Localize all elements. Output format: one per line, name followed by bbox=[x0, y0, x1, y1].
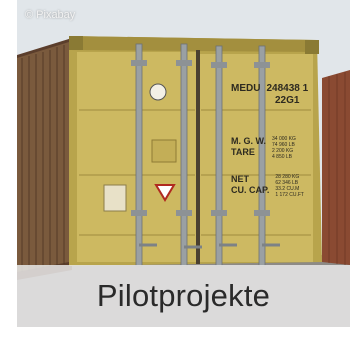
card-bottom-gap bbox=[17, 327, 350, 345]
net-label: NET bbox=[231, 174, 249, 184]
tare-value-lb: 4 850 LB bbox=[272, 154, 293, 160]
photo-credit: © Pixabay bbox=[25, 9, 76, 21]
cucap-label: CU. CAP. bbox=[231, 185, 270, 195]
container-code: MEDU bbox=[231, 83, 261, 94]
cucap-value-ft: 1 172 CU.FT bbox=[275, 192, 304, 198]
caption-band[interactable]: Pilotprojekte bbox=[17, 265, 350, 327]
container-size-type: 22G1 bbox=[275, 95, 300, 106]
mgw-label: M. G. W. bbox=[231, 136, 266, 146]
caption-title: Pilotprojekte bbox=[96, 278, 271, 313]
teaser-card[interactable]: MEDU 248438 1 22G1 M. G. W. TARE 34 000 … bbox=[17, 0, 350, 345]
container-number: 248438 1 bbox=[266, 83, 309, 94]
container-markings: MEDU 248438 1 22G1 M. G. W. TARE 34 000 … bbox=[231, 83, 321, 198]
tare-label: TARE bbox=[231, 147, 255, 157]
